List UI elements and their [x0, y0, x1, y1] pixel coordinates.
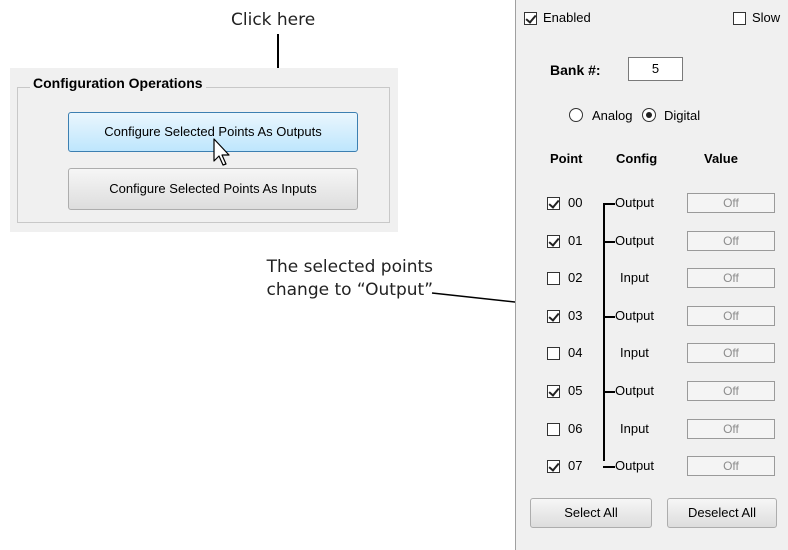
- point-checkbox[interactable]: [547, 310, 560, 323]
- point-value: Off: [687, 268, 775, 288]
- point-number: 01: [568, 233, 583, 248]
- point-checkbox[interactable]: [547, 272, 560, 285]
- point-value: Off: [687, 419, 775, 439]
- configure-inputs-button[interactable]: Configure Selected Points As Inputs: [68, 168, 358, 210]
- column-header-point: Point: [550, 151, 583, 166]
- point-config: Input: [620, 345, 649, 360]
- output-bracket-line: [603, 204, 605, 461]
- point-number: 05: [568, 383, 583, 398]
- point-value: Off: [687, 193, 775, 213]
- point-number: 02: [568, 270, 583, 285]
- point-config: Output: [615, 308, 655, 323]
- slow-label: Slow: [752, 10, 781, 25]
- point-config: Output: [615, 195, 655, 210]
- slow-checkbox[interactable]: [733, 12, 746, 25]
- analog-radio[interactable]: [569, 108, 583, 122]
- point-config: Input: [620, 421, 649, 436]
- point-value: Off: [687, 231, 775, 251]
- bank-label: Bank #:: [550, 62, 601, 78]
- point-checkbox[interactable]: [547, 460, 560, 473]
- point-config: Output: [615, 383, 655, 398]
- enabled-label: Enabled: [543, 10, 591, 25]
- enabled-checkbox[interactable]: [524, 12, 537, 25]
- point-number: 03: [568, 308, 583, 323]
- point-number: 04: [568, 345, 583, 360]
- config-ops-title: Configuration Operations: [30, 75, 206, 91]
- point-value: Off: [687, 456, 775, 476]
- output-bracket-tick: [603, 466, 615, 468]
- annotation-selected-line2: change to “Output”: [266, 280, 434, 300]
- point-checkbox[interactable]: [547, 197, 560, 210]
- point-checkbox[interactable]: [547, 235, 560, 248]
- point-number: 00: [568, 195, 583, 210]
- analog-label: Analog: [592, 108, 633, 123]
- point-number: 06: [568, 421, 583, 436]
- annotation-selected-line1: The selected points: [266, 257, 433, 277]
- cursor-arrow-icon: [213, 138, 230, 166]
- point-config: Input: [620, 270, 649, 285]
- bank-number-input[interactable]: 5: [628, 57, 683, 81]
- annotation-click-here: Click here: [231, 10, 316, 30]
- point-number: 07: [568, 458, 583, 473]
- select-all-button[interactable]: Select All: [530, 498, 652, 528]
- point-checkbox[interactable]: [547, 347, 560, 360]
- column-header-config: Config: [616, 151, 658, 166]
- digital-radio[interactable]: [642, 108, 656, 122]
- digital-label: Digital: [664, 108, 701, 123]
- point-value: Off: [687, 306, 775, 326]
- point-value: Off: [687, 343, 775, 363]
- point-value: Off: [687, 381, 775, 401]
- point-config: Output: [615, 233, 655, 248]
- point-checkbox[interactable]: [547, 385, 560, 398]
- column-header-value: Value: [704, 151, 738, 166]
- point-config: Output: [615, 458, 655, 473]
- deselect-all-button[interactable]: Deselect All: [667, 498, 777, 528]
- point-checkbox[interactable]: [547, 423, 560, 436]
